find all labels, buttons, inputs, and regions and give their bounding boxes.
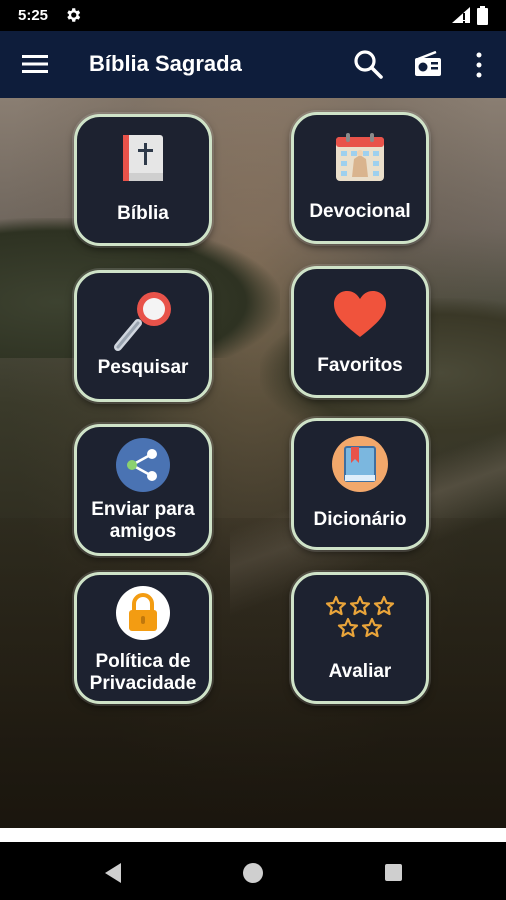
stars-icon [325, 595, 395, 638]
tile-dicionario[interactable]: Dicionário [291, 418, 429, 550]
system-nav-bar [0, 828, 506, 900]
tile-favoritos[interactable]: Favoritos [291, 266, 429, 398]
app-bar: Bíblia Sagrada [0, 31, 506, 98]
tile-label: Bíblia [117, 203, 169, 224]
battery-icon [477, 6, 488, 25]
status-time: 5:25 [18, 7, 49, 24]
tile-biblia[interactable]: Bíblia [74, 114, 212, 246]
tile-label: Política de [95, 651, 191, 672]
radio-icon[interactable] [414, 51, 442, 77]
share-icon [116, 438, 170, 492]
heart-icon [334, 291, 386, 337]
tile-avaliar[interactable]: Avaliar [291, 572, 429, 704]
home-content: Bíblia Devocional Pesquisar Favoritos En… [0, 98, 506, 828]
lock-icon [116, 586, 170, 640]
tile-label: Avaliar [328, 661, 392, 682]
tile-label: Dicionário [313, 509, 407, 530]
magnifier-icon [114, 292, 171, 351]
menu-icon[interactable] [22, 53, 48, 75]
search-icon[interactable] [352, 48, 384, 80]
recent-apps-icon[interactable] [385, 864, 402, 881]
tile-label: Privacidade [89, 673, 197, 694]
tile-label: Devocional [309, 201, 411, 222]
calendar-icon [336, 133, 384, 181]
tile-label: amigos [109, 521, 177, 542]
bible-book-icon [123, 135, 163, 181]
more-options-icon[interactable] [474, 51, 484, 79]
tile-label: Favoritos [317, 355, 403, 376]
bookmark-book-icon [332, 436, 388, 492]
tile-devocional[interactable]: Devocional [291, 112, 429, 244]
app-title: Bíblia Sagrada [89, 51, 242, 76]
home-icon[interactable] [243, 863, 263, 883]
settings-gear-icon [67, 8, 81, 22]
tile-label: Enviar para [91, 499, 195, 520]
status-bar: 5:25 [0, 0, 506, 31]
signal-icon [452, 7, 470, 23]
tile-pesquisar[interactable]: Pesquisar [74, 270, 212, 402]
tile-enviar-para-amigos[interactable]: Enviar para amigos [74, 424, 212, 556]
tile-label: Pesquisar [97, 357, 189, 378]
tile-politica-de-privacidade[interactable]: Política de Privacidade [74, 572, 212, 704]
back-icon[interactable] [103, 862, 123, 884]
